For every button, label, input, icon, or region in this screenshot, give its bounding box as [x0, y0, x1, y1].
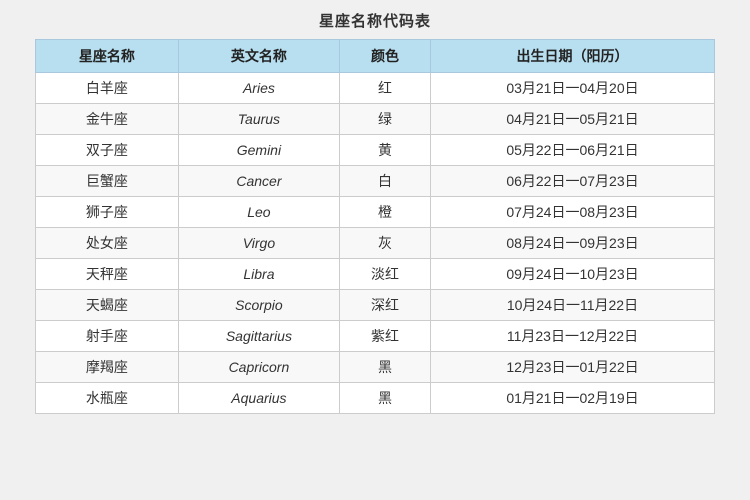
cell-color: 紫红: [340, 321, 431, 352]
table-row: 处女座Virgo灰08月24日一09月23日: [36, 228, 715, 259]
table-row: 狮子座Leo橙07月24日一08月23日: [36, 197, 715, 228]
table-row: 巨蟹座Cancer白06月22日一07月23日: [36, 166, 715, 197]
cell-english: Taurus: [178, 104, 339, 135]
cell-english: Cancer: [178, 166, 339, 197]
cell-color: 深红: [340, 290, 431, 321]
cell-english: Sagittarius: [178, 321, 339, 352]
cell-english: Gemini: [178, 135, 339, 166]
cell-color: 绿: [340, 104, 431, 135]
cell-date: 09月24日一10月23日: [430, 259, 714, 290]
cell-chinese: 狮子座: [36, 197, 179, 228]
cell-date: 05月22日一06月21日: [430, 135, 714, 166]
col-header-english: 英文名称: [178, 40, 339, 73]
cell-chinese: 天蝎座: [36, 290, 179, 321]
table-row: 摩羯座Capricorn黑12月23日一01月22日: [36, 352, 715, 383]
table-row: 双子座Gemini黄05月22日一06月21日: [36, 135, 715, 166]
cell-date: 08月24日一09月23日: [430, 228, 714, 259]
cell-color: 淡红: [340, 259, 431, 290]
table-row: 金牛座Taurus绿04月21日一05月21日: [36, 104, 715, 135]
cell-date: 11月23日一12月22日: [430, 321, 714, 352]
col-header-chinese: 星座名称: [36, 40, 179, 73]
cell-english: Libra: [178, 259, 339, 290]
cell-chinese: 天秤座: [36, 259, 179, 290]
table-row: 天蝎座Scorpio深红10月24日一11月22日: [36, 290, 715, 321]
cell-color: 红: [340, 73, 431, 104]
cell-english: Capricorn: [178, 352, 339, 383]
cell-date: 03月21日一04月20日: [430, 73, 714, 104]
cell-chinese: 射手座: [36, 321, 179, 352]
col-header-color: 颜色: [340, 40, 431, 73]
cell-chinese: 水瓶座: [36, 383, 179, 414]
cell-date: 04月21日一05月21日: [430, 104, 714, 135]
table-row: 射手座Sagittarius紫红11月23日一12月22日: [36, 321, 715, 352]
zodiac-table: 星座名称 英文名称 颜色 出生日期（阳历） 白羊座Aries红03月21日一04…: [35, 39, 715, 414]
col-header-date: 出生日期（阳历）: [430, 40, 714, 73]
cell-color: 黑: [340, 383, 431, 414]
table-row: 水瓶座Aquarius黑01月21日一02月19日: [36, 383, 715, 414]
cell-color: 黄: [340, 135, 431, 166]
page-title: 星座名称代码表: [319, 10, 431, 31]
cell-english: Aries: [178, 73, 339, 104]
cell-chinese: 双子座: [36, 135, 179, 166]
cell-chinese: 巨蟹座: [36, 166, 179, 197]
cell-date: 01月21日一02月19日: [430, 383, 714, 414]
cell-chinese: 金牛座: [36, 104, 179, 135]
cell-date: 10月24日一11月22日: [430, 290, 714, 321]
cell-color: 黑: [340, 352, 431, 383]
cell-chinese: 处女座: [36, 228, 179, 259]
cell-english: Scorpio: [178, 290, 339, 321]
cell-color: 橙: [340, 197, 431, 228]
table-header-row: 星座名称 英文名称 颜色 出生日期（阳历）: [36, 40, 715, 73]
cell-english: Virgo: [178, 228, 339, 259]
cell-english: Aquarius: [178, 383, 339, 414]
table-row: 天秤座Libra淡红09月24日一10月23日: [36, 259, 715, 290]
table-row: 白羊座Aries红03月21日一04月20日: [36, 73, 715, 104]
cell-chinese: 白羊座: [36, 73, 179, 104]
cell-color: 灰: [340, 228, 431, 259]
cell-date: 07月24日一08月23日: [430, 197, 714, 228]
cell-english: Leo: [178, 197, 339, 228]
cell-date: 12月23日一01月22日: [430, 352, 714, 383]
cell-color: 白: [340, 166, 431, 197]
cell-chinese: 摩羯座: [36, 352, 179, 383]
cell-date: 06月22日一07月23日: [430, 166, 714, 197]
